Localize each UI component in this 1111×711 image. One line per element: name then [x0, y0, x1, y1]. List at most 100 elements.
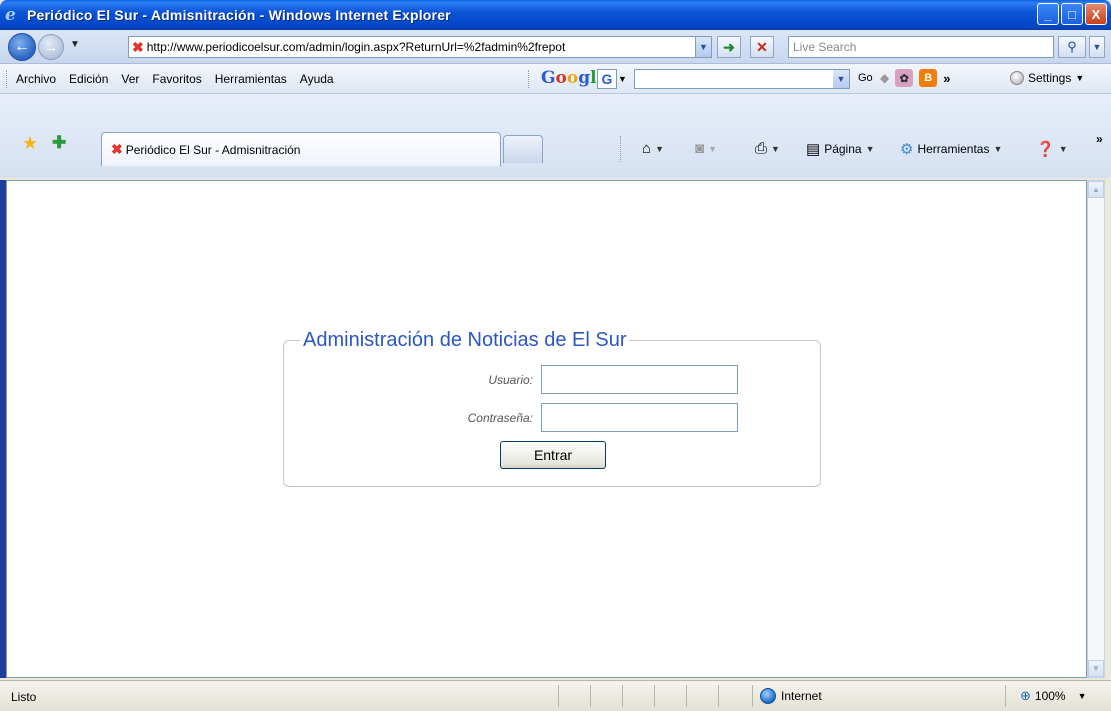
- close-button[interactable]: X: [1085, 3, 1107, 25]
- home-icon: ⌂: [642, 140, 652, 157]
- blogger-icon[interactable]: B: [919, 69, 938, 87]
- google-logo-letter: g: [578, 68, 591, 88]
- page-menu-button[interactable]: ▤ Página ▼: [806, 140, 874, 158]
- tools-menu-dropdown-icon: ▼: [993, 144, 1003, 154]
- submit-button[interactable]: Entrar: [500, 441, 606, 469]
- status-separator: [752, 685, 753, 707]
- home-dropdown-icon[interactable]: ▼: [655, 144, 664, 154]
- help-icon: ❓: [1036, 141, 1055, 158]
- page-menu-label: Página: [824, 142, 862, 156]
- tab-label: Periódico El Sur - Admisnitración: [125, 142, 301, 157]
- new-tab-button[interactable]: [503, 135, 543, 163]
- security-zone[interactable]: Internet: [760, 688, 822, 704]
- login-fieldset: Administración de Noticias de El Sur Usu…: [283, 329, 821, 487]
- status-separator: [558, 685, 559, 707]
- home-button[interactable]: ⌂ ▼: [642, 140, 664, 157]
- menu-ayuda[interactable]: Ayuda: [300, 72, 334, 86]
- globe-icon: [760, 688, 776, 704]
- search-options-dropdown-icon[interactable]: ▼: [1089, 36, 1105, 58]
- page-icon: ▤: [806, 141, 821, 158]
- more-chevron-icon[interactable]: »: [943, 71, 950, 86]
- gear-icon: ⚙: [900, 141, 914, 158]
- status-separator: [686, 685, 687, 707]
- title-bar: e Periódico El Sur - Admisnitración - Wi…: [0, 0, 1111, 30]
- status-text: Listo: [11, 690, 37, 704]
- toolbar-overflow-chevron-icon[interactable]: »: [1096, 132, 1103, 146]
- google-settings-button[interactable]: Settings ▼: [1010, 71, 1084, 85]
- menu-herramientas[interactable]: Herramientas: [215, 72, 287, 86]
- google-search-input[interactable]: ▼: [634, 69, 850, 89]
- add-favorite-icon[interactable]: ✚: [52, 133, 66, 153]
- username-input[interactable]: [541, 365, 738, 394]
- password-input[interactable]: [541, 403, 738, 432]
- menu-toolbar: Archivo Edición Ver Favoritos Herramient…: [0, 64, 1111, 94]
- stop-button[interactable]: ✕: [750, 36, 774, 58]
- help-dropdown-icon[interactable]: ▼: [1059, 144, 1068, 154]
- vertical-scrollbar[interactable]: ▲ ▼: [1087, 180, 1105, 678]
- window-title: Periódico El Sur - Admisnitración - Wind…: [27, 7, 451, 23]
- google-toolbar-buttons: ◆ ✿ B »: [880, 69, 950, 87]
- print-dropdown-icon[interactable]: ▼: [771, 144, 780, 154]
- zoom-icon: ⊕: [1020, 688, 1031, 703]
- help-button[interactable]: ❓ ▼: [1036, 140, 1068, 158]
- password-label: Contraseña:: [467, 410, 533, 425]
- separator-icon: ◆: [880, 71, 890, 85]
- ie-icon: e: [5, 5, 16, 25]
- menu-ver[interactable]: Ver: [121, 72, 139, 86]
- toolbar-grip: [528, 70, 531, 88]
- back-button[interactable]: ←: [8, 33, 36, 61]
- site-favicon-icon: ✖: [132, 38, 144, 55]
- tools-menu-button[interactable]: ⚙ Herramientas ▼: [900, 140, 1002, 158]
- bookmark-icon[interactable]: ✿: [895, 69, 914, 87]
- toolbar-grip: [6, 70, 9, 88]
- menu-edicion[interactable]: Edición: [69, 72, 108, 86]
- minimize-button[interactable]: _: [1037, 3, 1059, 25]
- address-dropdown-icon[interactable]: ▼: [695, 37, 711, 57]
- status-separator: [654, 685, 655, 707]
- zone-label: Internet: [781, 689, 822, 703]
- zoom-level: 100%: [1034, 689, 1066, 703]
- google-logo-letter: o: [555, 68, 567, 88]
- history-dropdown-icon[interactable]: ▼: [70, 39, 80, 50]
- maximize-button[interactable]: □: [1061, 3, 1083, 25]
- settings-label: Settings: [1028, 71, 1072, 85]
- google-search-dropdown-icon[interactable]: ▼: [833, 70, 849, 88]
- menu-archivo[interactable]: Archivo: [16, 72, 56, 86]
- menu-favoritos[interactable]: Favoritos: [152, 72, 201, 86]
- login-legend: Administración de Noticias de El Sur: [300, 329, 630, 352]
- address-field[interactable]: ✖ http://www.periodicoelsur.com/admin/lo…: [128, 36, 712, 58]
- page-menu-dropdown-icon: ▼: [865, 144, 875, 154]
- settings-dropdown-icon: ▼: [1075, 73, 1085, 83]
- go-arrow-button[interactable]: ➜: [717, 36, 741, 58]
- tab-active[interactable]: ✖ Periódico El Sur - Admisnitración: [101, 132, 501, 166]
- toolbar-grip: [620, 136, 623, 162]
- tools-menu-label: Herramientas: [917, 142, 990, 156]
- google-g-icon[interactable]: G: [597, 69, 617, 89]
- print-button[interactable]: ⎙ ▼: [755, 140, 780, 157]
- address-url[interactable]: http://www.periodicoelsur.com/admin/logi…: [147, 40, 695, 54]
- feeds-button[interactable]: ◙ ▼: [695, 140, 717, 157]
- google-menu-dropdown-icon[interactable]: ▼: [618, 74, 627, 84]
- address-toolbar: ← → ▼ ✖ http://www.periodicoelsur.com/ad…: [0, 30, 1111, 64]
- google-logo-letter: G: [541, 68, 556, 88]
- scroll-up-icon[interactable]: ▲: [1088, 181, 1104, 198]
- search-icon[interactable]: ⚲: [1058, 36, 1086, 58]
- scroll-down-icon[interactable]: ▼: [1088, 660, 1104, 677]
- settings-icon: [1010, 71, 1024, 85]
- status-bar: Listo Internet ⊕ 100% ▼: [0, 680, 1111, 711]
- username-label: Usuario:: [488, 372, 533, 387]
- status-separator: [718, 685, 719, 707]
- window-controls: _ □ X: [1037, 3, 1107, 25]
- forward-button[interactable]: →: [38, 34, 64, 60]
- zoom-control[interactable]: ⊕ 100% ▼: [1020, 688, 1087, 704]
- tab-favicon-icon: ✖: [111, 141, 123, 157]
- live-search-input[interactable]: Live Search: [788, 36, 1054, 58]
- zoom-dropdown-icon: ▼: [1077, 691, 1087, 701]
- feeds-dropdown-icon[interactable]: ▼: [708, 144, 717, 154]
- rss-feed-icon: ◙: [695, 140, 705, 157]
- favorites-center-star-icon[interactable]: ★: [22, 133, 38, 154]
- status-separator: [622, 685, 623, 707]
- status-separator: [590, 685, 591, 707]
- google-go-button[interactable]: Go: [858, 72, 873, 84]
- printer-icon: ⎙: [755, 140, 768, 157]
